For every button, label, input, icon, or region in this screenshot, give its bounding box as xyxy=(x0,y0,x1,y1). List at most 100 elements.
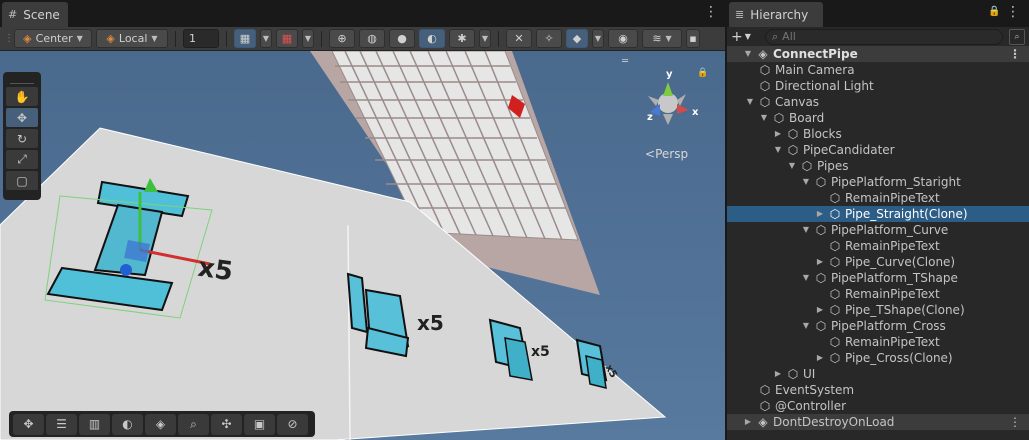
gameobject-cube-icon: ⬡ xyxy=(787,127,799,141)
layers-icon[interactable]: ◆ xyxy=(566,29,588,48)
expand-down-icon[interactable]: ▼ xyxy=(743,46,753,62)
tree-item[interactable]: ▼ ⬡ PipePlatform_Curve xyxy=(727,222,1029,238)
hierarchy-tree: ▼ ◈ ConnectPipe ⋮ ⬡ Main Camera ⬡ Directional L… xyxy=(727,46,1029,430)
audio-mute-icon[interactable]: ✕ xyxy=(506,29,532,48)
more-tools-icon[interactable]: ▪ xyxy=(686,29,700,48)
tree-item[interactable]: ▼ ⬡ PipePlatform_Cross xyxy=(727,318,1029,334)
tree-item-label: RemainPipeText xyxy=(845,239,940,253)
tree-item[interactable]: ⬡ EventSystem xyxy=(727,382,1029,398)
tree-item[interactable]: ⬡ @Controller xyxy=(727,398,1029,414)
tree-item-label: PipePlatform_Staright xyxy=(831,175,961,189)
lighting-overlay-icon[interactable]: ◐ xyxy=(112,413,143,435)
unity-scene-icon: ◈ xyxy=(758,47,768,61)
tab-hierarchy[interactable]: ≣ Hierarchy xyxy=(729,2,823,27)
expand-down-icon[interactable]: ▼ xyxy=(801,174,811,190)
tree-item[interactable]: ▶ ⬡ UI xyxy=(727,366,1029,382)
tree-item[interactable]: ▼ ⬡ Canvas xyxy=(727,94,1029,110)
scale-tool-icon[interactable]: ⤢ xyxy=(6,150,38,169)
move-overlay-icon[interactable]: ✥ xyxy=(13,413,44,435)
expand-down-icon[interactable]: ▼ xyxy=(787,158,797,174)
pivot-overlay-icon[interactable]: ✣ xyxy=(211,413,242,435)
rotate-tool-icon[interactable]: ↻ xyxy=(6,129,38,148)
align-overlay-icon[interactable]: ☰ xyxy=(46,413,77,435)
tree-item[interactable]: ⬡ Main Camera xyxy=(727,62,1029,78)
tree-item[interactable]: ▶ ⬡ Pipe_Curve(Clone) xyxy=(727,254,1029,270)
visibility-eye-icon[interactable]: ◉ xyxy=(608,29,638,48)
scene-tabbar: # Scene ⋮ xyxy=(0,0,725,27)
expand-right-icon[interactable]: ▶ xyxy=(815,254,825,270)
expand-down-icon[interactable]: ▼ xyxy=(759,110,769,126)
tree-item[interactable]: ▼ ⬡ PipePlatform_TShape xyxy=(727,270,1029,286)
space-mode-dropdown[interactable]: ◈ Local ▼ xyxy=(96,29,168,48)
hierarchy-search-input[interactable] xyxy=(782,30,983,43)
list-icon: ≣ xyxy=(735,8,745,21)
tab-scene[interactable]: # Scene xyxy=(2,2,68,27)
shaded-sphere-icon[interactable]: ● xyxy=(389,29,415,48)
zoom-overlay-icon[interactable]: ⌕ xyxy=(178,413,209,435)
tree-item[interactable]: ⬡ Directional Light xyxy=(727,78,1029,94)
debug-bug-icon[interactable]: ✱ xyxy=(449,29,475,48)
hierarchy-menu-icon[interactable]: ⋮ xyxy=(1006,4,1020,20)
expand-down-icon[interactable]: ▼ xyxy=(773,142,783,158)
tree-item[interactable]: ⬡ RemainPipeText xyxy=(727,334,1029,350)
scene-menu-icon[interactable]: ⋮ xyxy=(704,4,718,20)
projection-label[interactable]: <Persp xyxy=(645,147,688,161)
tree-item[interactable]: ▶ ⬡ Blocks xyxy=(727,126,1029,142)
wireframe-globe-icon[interactable]: ⊕ xyxy=(329,29,355,48)
move-tool-icon[interactable]: ✥ xyxy=(6,108,38,127)
increment-snap-icon[interactable]: ▦ xyxy=(276,29,298,48)
hand-tool-icon[interactable]: ✋ xyxy=(6,87,38,106)
tree-item[interactable]: ▼ ⬡ Board xyxy=(727,110,1029,126)
tree-item-label: RemainPipeText xyxy=(845,287,940,301)
pivot-mode-dropdown[interactable]: ◈ Center ▼ xyxy=(14,29,92,48)
expand-right-icon[interactable]: ▶ xyxy=(815,350,825,366)
navigation-overlay-icon[interactable]: ⊘ xyxy=(277,413,308,435)
effects-icon[interactable]: ✧ xyxy=(536,29,562,48)
expand-right-icon[interactable]: ▶ xyxy=(743,414,753,430)
expand-right-icon[interactable]: ▶ xyxy=(773,126,783,142)
expand-down-icon[interactable]: ▼ xyxy=(801,222,811,238)
overlay-grip-icon[interactable]: ═ xyxy=(622,56,628,67)
tree-item[interactable]: ▶ ⬡ Pipe_Cross(Clone) xyxy=(727,350,1029,366)
gizmo-lock-icon[interactable]: 🔒 xyxy=(697,68,708,78)
expand-down-icon[interactable]: ▼ xyxy=(801,318,811,334)
scene-viewport[interactable]: x5 x5 x5 x5 y x z 🔒 ═ xyxy=(0,51,725,440)
expand-down-icon[interactable]: ▼ xyxy=(745,94,755,110)
grid-overlay-icon[interactable]: ▥ xyxy=(79,413,110,435)
scene-row[interactable]: ▶ ◈ DontDestroyOnLoad ⋮ xyxy=(727,414,1029,430)
increment-snap-dropdown[interactable]: ▼ xyxy=(302,29,314,48)
shaded-wireframe-icon[interactable]: ◍ xyxy=(359,29,385,48)
grid-snap-icon[interactable]: ▦ xyxy=(234,29,256,48)
tree-item[interactable]: ⬡ RemainPipeText xyxy=(727,190,1029,206)
tree-item[interactable]: ▶ ⬡ Pipe_TShape(Clone) xyxy=(727,302,1029,318)
search-options-icon[interactable]: ⌕ xyxy=(1009,28,1025,45)
tree-item[interactable]: ⬡ RemainPipeText xyxy=(727,286,1029,302)
local-icon: ◈ xyxy=(106,32,115,45)
expand-right-icon[interactable]: ▶ xyxy=(815,302,825,318)
expand-down-icon[interactable]: ▼ xyxy=(801,270,811,286)
layers-overlay-icon[interactable]: ◈ xyxy=(145,413,176,435)
tree-item[interactable]: ▼ ⬡ PipeCandidater xyxy=(727,142,1029,158)
tree-item[interactable]: ⬡ RemainPipeText xyxy=(727,238,1029,254)
gizmos-icon[interactable]: ≋ ▼ xyxy=(642,29,682,48)
toolbar-separator xyxy=(175,30,176,47)
gameobject-cube-icon: ⬡ xyxy=(759,95,771,109)
expand-right-icon[interactable]: ▶ xyxy=(815,206,825,222)
layers-dropdown[interactable]: ▼ xyxy=(592,29,604,48)
chevron-down-icon: ▼ xyxy=(594,34,602,43)
expand-right-icon[interactable]: ▶ xyxy=(773,366,783,382)
rect-tool-icon[interactable]: ▢ xyxy=(6,171,38,190)
scene-menu-icon[interactable]: ⋮ xyxy=(1009,46,1021,62)
scene-menu-icon[interactable]: ⋮ xyxy=(1009,414,1021,430)
scene-row[interactable]: ▼ ◈ ConnectPipe ⋮ xyxy=(727,46,1029,62)
camera-overlay-icon[interactable]: ▣ xyxy=(244,413,275,435)
debug-dropdown[interactable]: ▼ xyxy=(479,29,491,48)
lighting-moon-icon[interactable]: ◐ xyxy=(419,29,445,48)
tree-item[interactable]: ▼ ⬡ PipePlatform_Staright xyxy=(727,174,1029,190)
lock-icon[interactable]: 🔒 xyxy=(988,6,1000,17)
tree-item[interactable]: ▼ ⬡ Pipes xyxy=(727,158,1029,174)
grid-size-field[interactable]: 1 xyxy=(183,29,219,48)
tree-item[interactable]: ▶ ⬡ Pipe_Straight(Clone) xyxy=(727,206,1029,222)
create-dropdown[interactable]: + ▼ xyxy=(731,29,759,45)
grid-snap-dropdown[interactable]: ▼ xyxy=(260,29,272,48)
